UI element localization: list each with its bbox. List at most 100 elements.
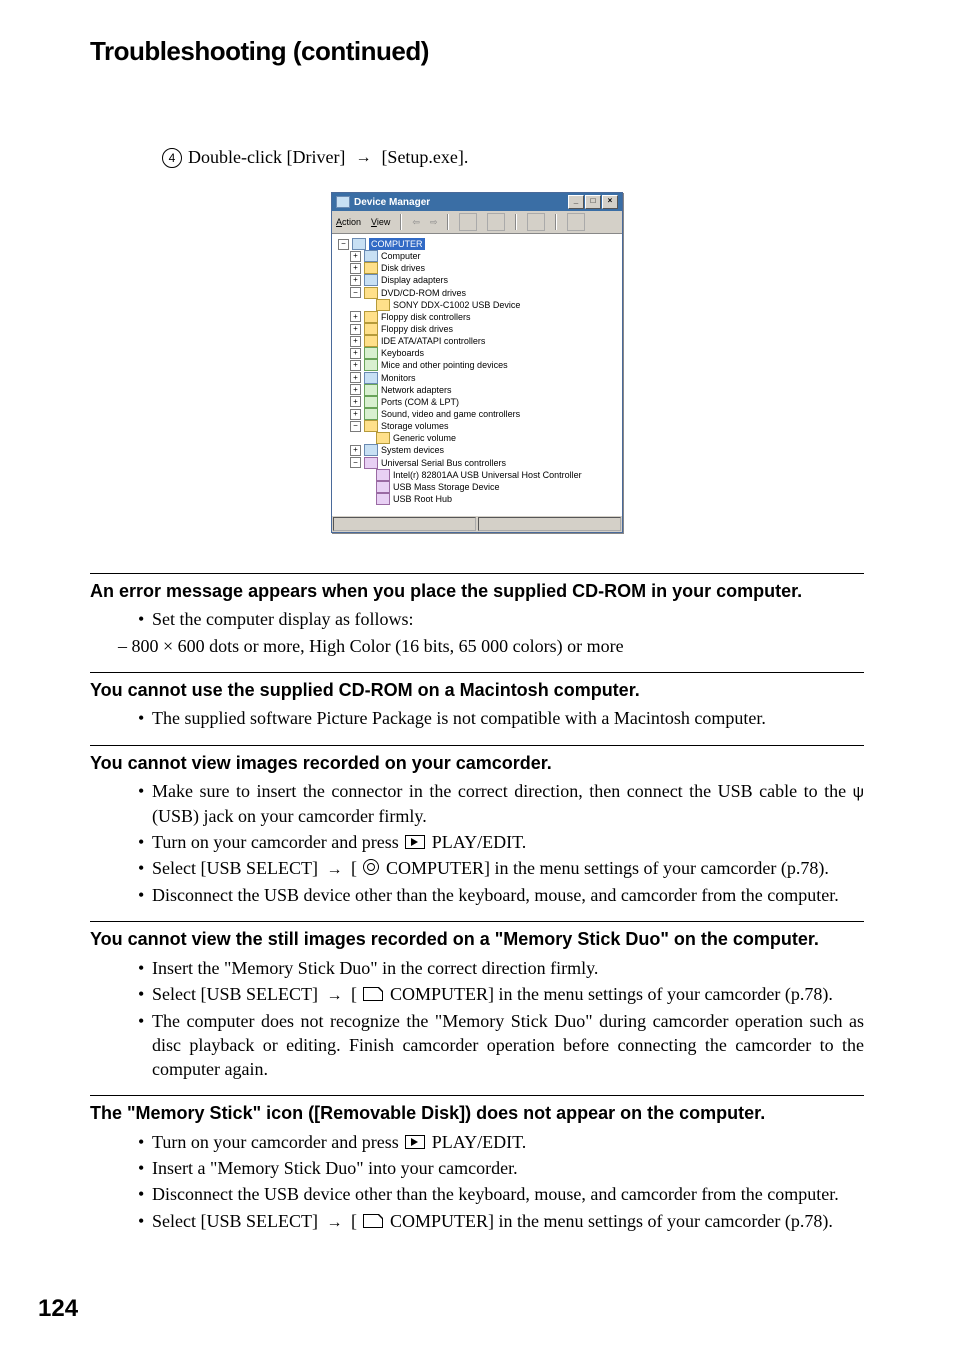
arrow-icon: →: [322, 1214, 346, 1231]
expand-icon[interactable]: +: [350, 311, 361, 322]
play-icon: [405, 1135, 425, 1149]
arrow-icon: →: [322, 987, 346, 1004]
tree-item[interactable]: Computer: [381, 250, 421, 262]
expand-icon[interactable]: +: [350, 360, 361, 371]
tree-item[interactable]: DVD/CD-ROM drives: [381, 287, 466, 299]
arrow-icon: →: [351, 149, 375, 167]
arrow-icon: →: [322, 861, 346, 878]
bullet-item: Insert the "Memory Stick Duo" in the cor…: [138, 956, 864, 980]
toolbar-icon[interactable]: [567, 213, 585, 231]
menu-view[interactable]: View: [371, 217, 390, 227]
window-titlebar: Device Manager _ □ ×: [332, 193, 622, 211]
expand-icon[interactable]: +: [350, 336, 361, 347]
collapse-icon[interactable]: −: [350, 287, 361, 298]
expand-icon[interactable]: +: [350, 263, 361, 274]
menu-action[interactable]: Action: [336, 217, 361, 227]
step-number: 4: [162, 148, 182, 168]
device-icon: [364, 457, 378, 469]
tree-item[interactable]: IDE ATA/ATAPI controllers: [381, 335, 485, 347]
tree-item[interactable]: Keyboards: [381, 347, 424, 359]
bullet-item: The supplied software Picture Package is…: [138, 706, 864, 730]
device-tree: − COMPUTER + Computer + Disk drives + Displa…: [332, 234, 622, 515]
tree-root[interactable]: COMPUTER: [369, 238, 425, 250]
page-number: 124: [38, 1295, 78, 1323]
menu-bar: Action View ⇦ ⇨: [332, 211, 622, 234]
tree-item[interactable]: Sound, video and game controllers: [381, 408, 520, 420]
nav-forward-icon[interactable]: ⇨: [430, 217, 438, 228]
collapse-icon[interactable]: −: [350, 457, 361, 468]
bullet-item: Turn on your camcorder and press PLAY/ED…: [138, 1130, 864, 1154]
tree-item[interactable]: Display adapters: [381, 274, 448, 286]
divider: [90, 745, 864, 746]
window-title: Device Manager: [354, 197, 430, 208]
device-icon: [364, 262, 378, 274]
close-button[interactable]: ×: [602, 195, 618, 209]
step-line: 4 Double-click [Driver] → [Setup.exe].: [162, 147, 864, 168]
device-icon: [364, 323, 378, 335]
separator: [555, 214, 557, 230]
tree-item[interactable]: System devices: [381, 444, 444, 456]
divider: [90, 573, 864, 574]
collapse-icon[interactable]: −: [338, 239, 349, 250]
section-heading: You cannot view the still images recorde…: [90, 928, 864, 951]
tree-item[interactable]: Network adapters: [381, 384, 452, 396]
minimize-button[interactable]: _: [568, 195, 584, 209]
device-icon: [376, 469, 390, 481]
tree-item[interactable]: Disk drives: [381, 262, 425, 274]
toolbar-icon[interactable]: [487, 213, 505, 231]
bullet-item: Make sure to insert the connector in the…: [138, 779, 864, 828]
tree-item[interactable]: Intel(r) 82801AA USB Universal Host Cont…: [393, 469, 582, 481]
device-icon: [364, 274, 378, 286]
bullet-item: Select [USB SELECT] → [ COMPUTER] in the…: [138, 856, 864, 881]
tree-item[interactable]: Ports (COM & LPT): [381, 396, 459, 408]
collapse-icon[interactable]: −: [350, 421, 361, 432]
bullet-item: Set the computer display as follows:: [138, 607, 864, 631]
toolbar-icon[interactable]: [459, 213, 477, 231]
step-post: [Setup.exe].: [381, 147, 468, 168]
play-icon: [405, 835, 425, 849]
memory-stick-icon: [363, 987, 383, 1001]
expand-icon[interactable]: +: [350, 396, 361, 407]
toolbar-icon[interactable]: [527, 213, 545, 231]
tree-item[interactable]: Generic volume: [393, 432, 456, 444]
tree-item[interactable]: Floppy disk drives: [381, 323, 453, 335]
expand-icon[interactable]: +: [350, 384, 361, 395]
device-icon: [376, 299, 390, 311]
tree-item[interactable]: Monitors: [381, 372, 416, 384]
bullet-item: Select [USB SELECT] → [ COMPUTER] in the…: [138, 982, 864, 1007]
bullet-item: Select [USB SELECT] → [ COMPUTER] in the…: [138, 1209, 864, 1234]
computer-icon: [352, 238, 366, 250]
expand-icon[interactable]: +: [350, 372, 361, 383]
tree-item[interactable]: Floppy disk controllers: [381, 311, 471, 323]
expand-icon[interactable]: +: [350, 324, 361, 335]
device-icon: [364, 287, 378, 299]
tree-item[interactable]: USB Mass Storage Device: [393, 481, 500, 493]
device-icon: [364, 347, 378, 359]
section-heading: You cannot use the supplied CD-ROM on a …: [90, 679, 864, 702]
section-heading: The "Memory Stick" icon ([Removable Disk…: [90, 1102, 864, 1125]
tree-item[interactable]: Storage volumes: [381, 420, 449, 432]
maximize-button[interactable]: □: [585, 195, 601, 209]
bullet-item: Disconnect the USB device other than the…: [138, 883, 864, 907]
nav-back-icon[interactable]: ⇦: [412, 217, 420, 228]
device-icon: [364, 359, 378, 371]
device-icon: [364, 420, 378, 432]
device-icon: [376, 432, 390, 444]
memory-stick-icon: [363, 1214, 383, 1228]
tree-item[interactable]: Mice and other pointing devices: [381, 359, 508, 371]
device-icon: [376, 493, 390, 505]
expand-icon[interactable]: +: [350, 251, 361, 262]
expand-icon[interactable]: +: [350, 445, 361, 456]
divider: [90, 921, 864, 922]
expand-icon[interactable]: +: [350, 409, 361, 420]
device-icon: [364, 408, 378, 420]
expand-icon[interactable]: +: [350, 348, 361, 359]
device-icon: [364, 335, 378, 347]
tree-item[interactable]: Universal Serial Bus controllers: [381, 457, 506, 469]
tree-item[interactable]: SONY DDX-C1002 USB Device: [393, 299, 520, 311]
step-pre: Double-click [Driver]: [188, 147, 345, 168]
usb-icon: ψ: [853, 784, 864, 801]
device-icon: [364, 372, 378, 384]
tree-item[interactable]: USB Root Hub: [393, 493, 452, 505]
expand-icon[interactable]: +: [350, 275, 361, 286]
